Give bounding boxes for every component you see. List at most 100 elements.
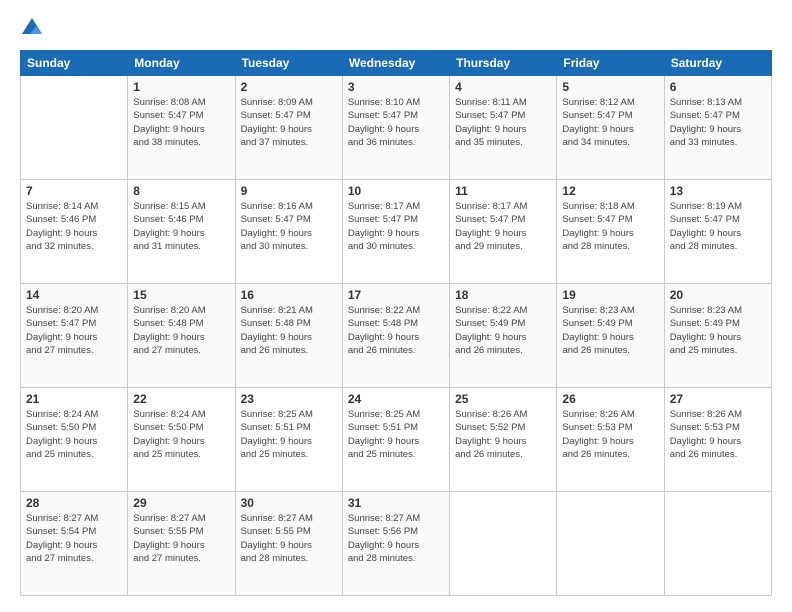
day-number: 5: [562, 80, 658, 94]
day-number: 16: [241, 288, 337, 302]
calendar-cell: 20Sunrise: 8:23 AMSunset: 5:49 PMDayligh…: [664, 284, 771, 388]
calendar-cell: 15Sunrise: 8:20 AMSunset: 5:48 PMDayligh…: [128, 284, 235, 388]
cell-info-line: Sunrise: 8:09 AM: [241, 96, 337, 109]
day-number: 22: [133, 392, 229, 406]
cell-info-line: Sunset: 5:50 PM: [26, 421, 122, 434]
week-row-4: 21Sunrise: 8:24 AMSunset: 5:50 PMDayligh…: [21, 388, 772, 492]
cell-info-line: Sunset: 5:54 PM: [26, 525, 122, 538]
cell-info-line: Daylight: 9 hours: [133, 227, 229, 240]
day-number: 18: [455, 288, 551, 302]
cell-info-line: Daylight: 9 hours: [26, 539, 122, 552]
cell-info-line: Sunset: 5:47 PM: [241, 213, 337, 226]
calendar-cell: 3Sunrise: 8:10 AMSunset: 5:47 PMDaylight…: [342, 76, 449, 180]
day-number: 13: [670, 184, 766, 198]
cell-info-line: Sunset: 5:53 PM: [670, 421, 766, 434]
cell-info-line: Sunrise: 8:10 AM: [348, 96, 444, 109]
cell-info-line: Sunrise: 8:22 AM: [348, 304, 444, 317]
cell-info-line: Daylight: 9 hours: [348, 539, 444, 552]
calendar-cell: [557, 492, 664, 596]
cell-info-line: and 28 minutes.: [241, 552, 337, 565]
cell-info-line: Sunset: 5:47 PM: [670, 213, 766, 226]
cell-info-line: Sunrise: 8:12 AM: [562, 96, 658, 109]
cell-info-line: and 27 minutes.: [133, 552, 229, 565]
cell-info-line: Daylight: 9 hours: [348, 435, 444, 448]
cell-info-line: Sunset: 5:47 PM: [241, 109, 337, 122]
cell-info-line: Sunset: 5:55 PM: [241, 525, 337, 538]
cell-info-line: Daylight: 9 hours: [241, 539, 337, 552]
cell-info-line: Sunrise: 8:17 AM: [348, 200, 444, 213]
cell-info-line: Sunset: 5:48 PM: [133, 317, 229, 330]
cell-info-line: Daylight: 9 hours: [670, 435, 766, 448]
cell-info-line: and 27 minutes.: [133, 344, 229, 357]
day-number: 24: [348, 392, 444, 406]
day-number: 23: [241, 392, 337, 406]
day-number: 27: [670, 392, 766, 406]
cell-info-line: Sunrise: 8:26 AM: [455, 408, 551, 421]
cell-info-line: Daylight: 9 hours: [133, 539, 229, 552]
calendar-cell: 5Sunrise: 8:12 AMSunset: 5:47 PMDaylight…: [557, 76, 664, 180]
cell-info-line: Sunrise: 8:14 AM: [26, 200, 122, 213]
calendar-cell: 8Sunrise: 8:15 AMSunset: 5:46 PMDaylight…: [128, 180, 235, 284]
calendar-cell: 12 Sunrise: 8:18 AMSunset: 5:47 PMDayligh…: [557, 180, 664, 284]
cell-info-line: Sunrise: 8:18 AM: [562, 200, 658, 213]
cell-info-line: and 26 minutes.: [241, 344, 337, 357]
header-saturday: Saturday: [664, 51, 771, 76]
cell-info-line: Sunset: 5:46 PM: [26, 213, 122, 226]
cell-info-line: Sunrise: 8:13 AM: [670, 96, 766, 109]
day-number: 21: [26, 392, 122, 406]
day-number: 9: [241, 184, 337, 198]
cell-info-line: Sunrise: 8:25 AM: [348, 408, 444, 421]
cell-info-line: and 25 minutes.: [348, 448, 444, 461]
day-number: 26: [562, 392, 658, 406]
cell-info-line: and 32 minutes.: [26, 240, 122, 253]
header-wednesday: Wednesday: [342, 51, 449, 76]
cell-info-line: Daylight: 9 hours: [348, 123, 444, 136]
week-row-2: 7Sunrise: 8:14 AMSunset: 5:46 PMDaylight…: [21, 180, 772, 284]
calendar-cell: 10Sunrise: 8:17 AMSunset: 5:47 PMDayligh…: [342, 180, 449, 284]
calendar-cell: [450, 492, 557, 596]
cell-info-line: Sunset: 5:47 PM: [455, 109, 551, 122]
day-number: 31: [348, 496, 444, 510]
cell-info-line: Sunset: 5:49 PM: [562, 317, 658, 330]
calendar-cell: 2Sunrise: 8:09 AMSunset: 5:47 PMDaylight…: [235, 76, 342, 180]
day-number: 25: [455, 392, 551, 406]
calendar-table: SundayMondayTuesdayWednesdayThursdayFrid…: [20, 50, 772, 596]
cell-info-line: and 27 minutes.: [26, 552, 122, 565]
cell-info-line: Sunset: 5:55 PM: [133, 525, 229, 538]
cell-info-line: Daylight: 9 hours: [133, 435, 229, 448]
week-row-1: 1Sunrise: 8:08 AMSunset: 5:47 PMDaylight…: [21, 76, 772, 180]
cell-info-line: Daylight: 9 hours: [26, 435, 122, 448]
cell-info-line: Sunset: 5:51 PM: [241, 421, 337, 434]
day-number: 28: [26, 496, 122, 510]
calendar-cell: [664, 492, 771, 596]
cell-info-line: Daylight: 9 hours: [455, 123, 551, 136]
cell-info-line: and 31 minutes.: [133, 240, 229, 253]
calendar-header-row: SundayMondayTuesdayWednesdayThursdayFrid…: [21, 51, 772, 76]
cell-info-line: Daylight: 9 hours: [26, 331, 122, 344]
cell-info-line: and 28 minutes.: [670, 240, 766, 253]
cell-info-line: Daylight: 9 hours: [562, 435, 658, 448]
cell-info-line: Sunset: 5:47 PM: [562, 213, 658, 226]
cell-info-line: Sunset: 5:47 PM: [133, 109, 229, 122]
cell-info-line: Sunrise: 8:21 AM: [241, 304, 337, 317]
day-number: 17: [348, 288, 444, 302]
cell-info-line: and 34 minutes.: [562, 136, 658, 149]
cell-info-line: Sunrise: 8:26 AM: [562, 408, 658, 421]
calendar-cell: 11Sunrise: 8:17 AMSunset: 5:47 PMDayligh…: [450, 180, 557, 284]
cell-info-line: and 25 minutes.: [133, 448, 229, 461]
cell-info-line: Sunrise: 8:26 AM: [670, 408, 766, 421]
cell-info-line: Sunset: 5:47 PM: [670, 109, 766, 122]
day-number: 12: [562, 184, 658, 198]
cell-info-line: Sunset: 5:47 PM: [455, 213, 551, 226]
cell-info-line: Sunrise: 8:24 AM: [133, 408, 229, 421]
header-monday: Monday: [128, 51, 235, 76]
cell-info-line: Daylight: 9 hours: [241, 331, 337, 344]
cell-info-line: and 25 minutes.: [670, 344, 766, 357]
cell-info-line: Daylight: 9 hours: [562, 227, 658, 240]
cell-info-line: Sunset: 5:51 PM: [348, 421, 444, 434]
calendar-cell: 25Sunrise: 8:26 AMSunset: 5:52 PMDayligh…: [450, 388, 557, 492]
calendar-page: SundayMondayTuesdayWednesdayThursdayFrid…: [0, 0, 792, 612]
cell-info-line: and 26 minutes.: [455, 344, 551, 357]
cell-info-line: and 30 minutes.: [348, 240, 444, 253]
cell-info-line: Sunset: 5:47 PM: [562, 109, 658, 122]
